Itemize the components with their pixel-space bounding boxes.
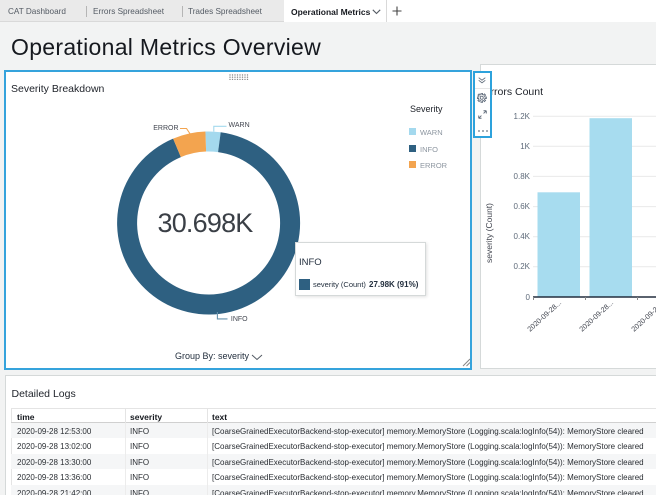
- svg-text:1K: 1K: [520, 142, 530, 151]
- svg-text:0.4K: 0.4K: [514, 232, 531, 241]
- svg-text:2020-09-28...: 2020-09-28...: [577, 298, 615, 333]
- svg-text:0.8K: 0.8K: [514, 172, 531, 181]
- svg-text:0.2K: 0.2K: [514, 262, 531, 271]
- svg-text:severity (Count): severity (Count): [484, 203, 494, 263]
- svg-text:1.2K: 1.2K: [514, 112, 531, 121]
- svg-text:2020-09-2...: 2020-09-2...: [629, 301, 656, 334]
- svg-text:2020-09-28...: 2020-09-28...: [525, 298, 563, 333]
- svg-text:0.6K: 0.6K: [514, 202, 531, 211]
- svg-text:0: 0: [526, 293, 531, 302]
